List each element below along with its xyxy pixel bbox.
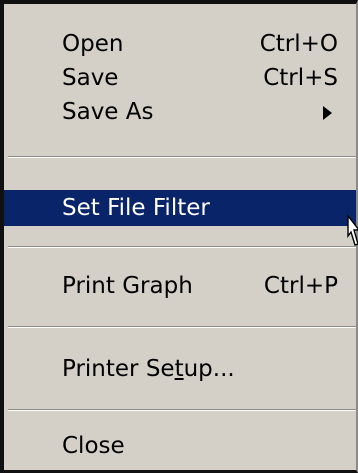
menu-separator <box>8 246 356 248</box>
menu-separator <box>8 409 356 411</box>
menu-item-open[interactable]: Open Ctrl+O <box>4 26 356 62</box>
menu-separator <box>8 156 356 158</box>
file-context-menu: Open Ctrl+O Save Ctrl+S Save As Set File… <box>0 0 358 473</box>
menu-item-shortcut: Ctrl+S <box>263 65 338 91</box>
menu-item-set-file-filter[interactable]: Set File Filter <box>4 190 356 226</box>
menu-item-shortcut: Ctrl+O <box>259 31 338 57</box>
mouse-pointer-icon <box>347 214 358 246</box>
menu-item-label: Print Graph <box>62 273 193 299</box>
menu-item-label: Set File Filter <box>62 195 210 221</box>
label-part: Printer Se <box>62 356 175 382</box>
menu-item-save[interactable]: Save Ctrl+S <box>4 60 356 96</box>
menu-item-print-graph[interactable]: Print Graph Ctrl+P <box>4 268 356 304</box>
menu-item-label: Open <box>62 31 124 57</box>
menu-item-label: Save As <box>62 99 154 125</box>
label-part: up... <box>183 356 235 382</box>
menu-item-label: Printer Setup... <box>62 351 235 387</box>
menu-item-close[interactable]: Close <box>4 428 356 464</box>
menu-item-label: Save <box>62 65 119 91</box>
submenu-arrow-icon <box>323 106 332 120</box>
menu-item-save-as[interactable]: Save As <box>4 94 356 130</box>
mnemonic-letter: t <box>174 356 184 382</box>
menu-item-printer-setup[interactable]: Printer Setup... <box>4 351 356 387</box>
menu-item-shortcut: Ctrl+P <box>263 273 338 299</box>
menu-separator <box>8 326 356 328</box>
menu-item-label: Close <box>62 433 125 459</box>
